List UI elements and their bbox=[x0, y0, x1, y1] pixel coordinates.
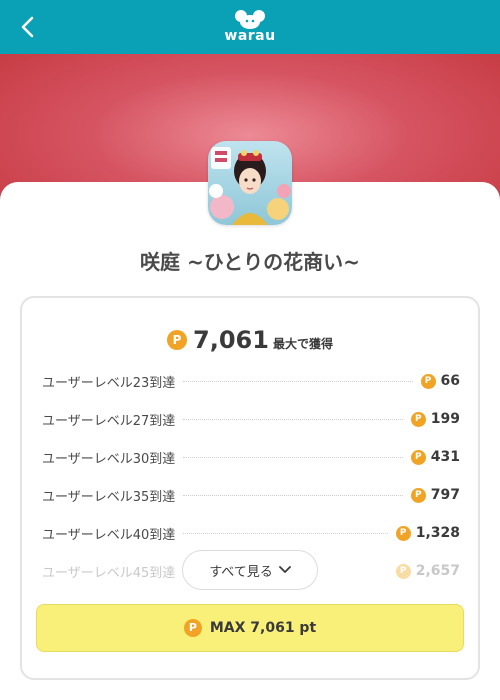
header-bar: warau bbox=[0, 0, 500, 54]
total-suffix: 最大で獲得 bbox=[272, 337, 333, 351]
back-button[interactable] bbox=[14, 12, 44, 42]
reward-row: ユーザーレベル35到達 P 797 bbox=[42, 484, 460, 506]
row-points: 199 bbox=[430, 411, 460, 427]
warau-mouse-logo-icon bbox=[235, 10, 265, 29]
row-value: P 2,657 bbox=[395, 563, 460, 579]
chevron-left-icon bbox=[21, 16, 34, 38]
row-label: ユーザーレベル35到達 bbox=[42, 489, 176, 505]
dotted-leader bbox=[183, 380, 413, 382]
see-all-button[interactable]: すべて見る bbox=[182, 550, 318, 590]
point-coin-icon: P bbox=[410, 449, 426, 465]
row-value: P 797 bbox=[410, 487, 460, 503]
logo-text: warau bbox=[224, 28, 276, 44]
max-points-label: MAX 7,061 pt bbox=[209, 620, 317, 636]
dotted-leader bbox=[183, 418, 403, 420]
app-title: 咲庭 ~ひとりの花商い~ bbox=[140, 250, 360, 274]
dotted-leader bbox=[183, 532, 388, 534]
row-points: 2,657 bbox=[415, 563, 460, 579]
reward-panel: P 7,061 最大で獲得 ユーザーレベル23到達 P 66 ユーザーレベル27到達 … bbox=[20, 296, 480, 680]
row-label: ユーザーレベル23到達 bbox=[42, 375, 176, 391]
point-coin-icon: P bbox=[395, 563, 411, 579]
dotted-leader bbox=[183, 494, 403, 496]
row-points: 66 bbox=[440, 373, 460, 389]
row-value: P 66 bbox=[420, 373, 460, 389]
point-coin-icon: P bbox=[395, 525, 411, 541]
row-label: ユーザーレベル27到達 bbox=[42, 413, 176, 429]
reward-row: ユーザーレベル27到達 P 199 bbox=[42, 408, 460, 430]
dotted-leader bbox=[183, 456, 403, 458]
row-value: P 431 bbox=[410, 449, 460, 465]
point-coin-icon: P bbox=[167, 330, 188, 350]
reward-row: ユーザーレベル30到達 P 431 bbox=[42, 446, 460, 468]
total-reward: P 7,061 最大で獲得 bbox=[22, 326, 478, 354]
chevron-down-icon bbox=[278, 566, 291, 573]
total-points: 7,061 bbox=[193, 326, 269, 354]
max-points-button[interactable]: P MAX 7,061 pt bbox=[36, 604, 464, 652]
point-coin-icon: P bbox=[420, 373, 436, 389]
row-label: ユーザーレベル30到達 bbox=[42, 451, 176, 467]
row-value: P 199 bbox=[410, 411, 460, 427]
reward-row: ユーザーレベル40到達 P 1,328 bbox=[42, 522, 460, 544]
row-points: 797 bbox=[430, 487, 460, 503]
point-coin-icon: P bbox=[183, 619, 202, 637]
row-points: 1,328 bbox=[415, 525, 460, 541]
reward-row: ユーザーレベル23到達 P 66 bbox=[42, 370, 460, 392]
row-label: ユーザーレベル40到達 bbox=[42, 527, 176, 543]
row-label: ユーザーレベル45到達 bbox=[42, 565, 176, 581]
row-points: 431 bbox=[430, 449, 460, 465]
point-coin-icon: P bbox=[410, 411, 426, 427]
game-app-icon bbox=[208, 141, 292, 225]
row-value: P 1,328 bbox=[395, 525, 460, 541]
warau-logo[interactable]: warau bbox=[222, 8, 278, 48]
point-coin-icon: P bbox=[410, 487, 426, 503]
see-all-label: すべて見る bbox=[209, 564, 273, 580]
